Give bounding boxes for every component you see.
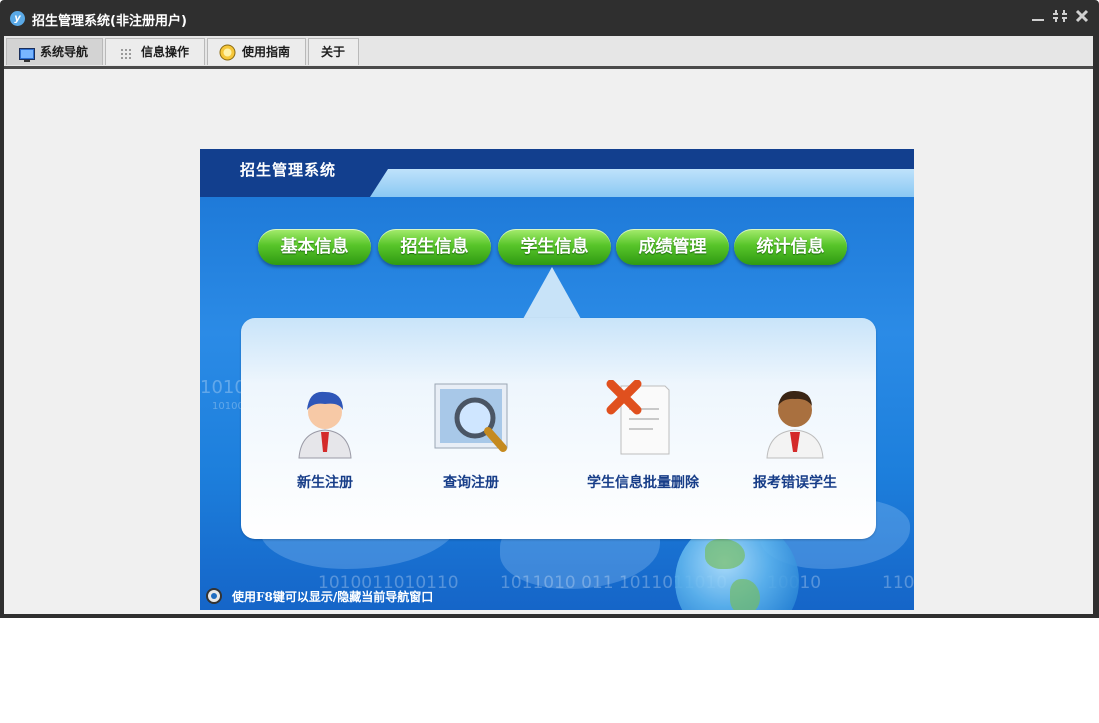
function-label: 新生注册 [297, 475, 353, 491]
selected-nav-pointer [523, 267, 581, 319]
hint-bar: 使用F8键可以显示/隐藏当前导航窗口 [200, 583, 914, 610]
nav-student-info-button[interactable]: 学生信息 [498, 229, 611, 265]
navigation-panel: 1010 10100 1010011010110 1011010 011 101… [200, 149, 914, 610]
title-bar[interactable]: y 招生管理系统(非注册用户) [0, 0, 1099, 36]
restore-icon[interactable] [1052, 9, 1068, 27]
hint-text: 使用F8键可以显示/隐藏当前导航窗口 [232, 590, 434, 604]
tab-info-operations[interactable]: 信息操作 [105, 38, 205, 65]
tab-label: 信息操作 [141, 45, 190, 59]
close-icon[interactable] [1074, 9, 1090, 27]
function-label: 报考错误学生 [753, 475, 837, 491]
tab-label: 系统导航 [40, 45, 89, 59]
menu-bar: 系统导航 信息操作 使用指南 关于 [4, 36, 1093, 69]
delete-document-icon [603, 379, 683, 460]
new-student-icon [285, 380, 365, 460]
tab-user-guide[interactable]: 使用指南 [207, 38, 306, 65]
tab-about[interactable]: 关于 [308, 38, 359, 65]
tab-label: 关于 [321, 45, 346, 59]
binary-decor: 10100 [212, 401, 244, 412]
help-icon [219, 44, 236, 71]
nav-admission-info-button[interactable]: 招生信息 [378, 229, 491, 265]
query-register-button[interactable]: 查询注册 [431, 380, 511, 492]
wrong-exam-student-button[interactable]: 报考错误学生 [749, 380, 841, 492]
panel-header-accent [370, 169, 914, 197]
panel-title: 招生管理系统 [240, 161, 337, 179]
function-label: 学生信息批量删除 [587, 475, 699, 491]
minimize-icon[interactable] [1030, 9, 1046, 27]
app-logo-icon: y [10, 11, 25, 26]
binary-decor: 1010 [200, 377, 246, 398]
nav-statistics-button[interactable]: 统计信息 [734, 229, 847, 265]
function-label: 查询注册 [443, 475, 499, 491]
nav-basic-info-button[interactable]: 基本信息 [258, 229, 371, 265]
nav-score-management-button[interactable]: 成绩管理 [616, 229, 729, 265]
search-magnifier-icon [431, 380, 511, 460]
new-student-register-button[interactable]: 新生注册 [285, 380, 365, 492]
window-title: 招生管理系统(非注册用户) [32, 14, 187, 29]
globe-land [705, 539, 745, 569]
batch-delete-student-button[interactable]: 学生信息批量删除 [587, 379, 699, 492]
error-student-icon [755, 380, 835, 460]
grid-icon [120, 45, 134, 72]
monitor-icon [19, 45, 35, 72]
webcam-icon [206, 588, 222, 604]
function-card: 新生注册 查询注册 学生信息批量删除 报考错误学生 [241, 318, 876, 539]
tab-label: 使用指南 [242, 45, 291, 59]
tab-system-navigation[interactable]: 系统导航 [6, 38, 103, 65]
